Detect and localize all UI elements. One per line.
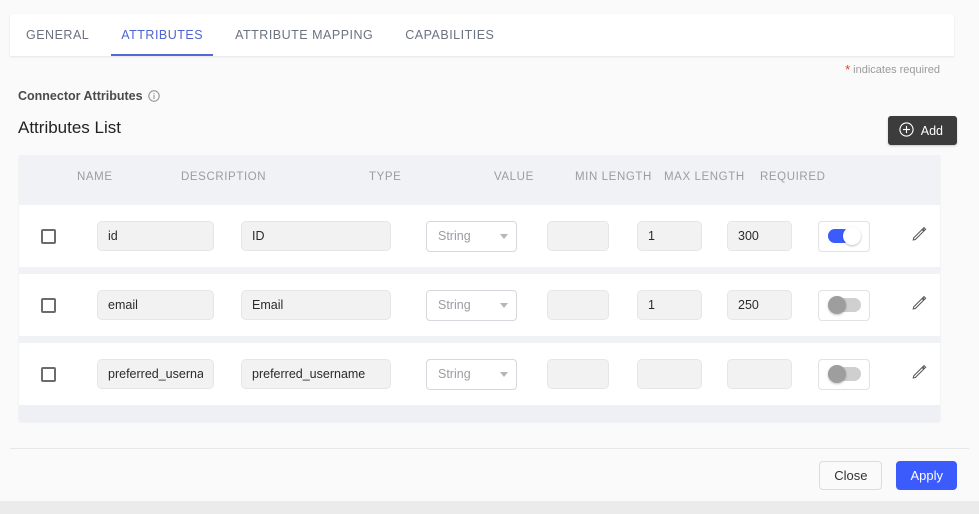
attribute-value-input[interactable]: [547, 359, 609, 389]
row-separator: [19, 267, 940, 274]
attribute-type-select[interactable]: String: [426, 289, 517, 321]
attribute-description-input[interactable]: [241, 221, 391, 251]
table-row: String: [19, 274, 940, 336]
chevron-down-icon: [500, 233, 508, 239]
connector-attributes-label: Connector Attributes: [18, 89, 143, 103]
indicates-required-label: indicates required: [853, 63, 940, 76]
row-separator: [19, 336, 940, 343]
attributes-table: NAME DESCRIPTION TYPE VALUE MIN LENGTH M…: [19, 155, 940, 421]
attribute-value-input[interactable]: [547, 290, 609, 320]
dialog-footer: Close Apply: [0, 449, 979, 501]
column-header-type: TYPE: [369, 170, 402, 183]
pencil-icon[interactable]: [911, 294, 928, 316]
page-title: Attributes List: [18, 118, 121, 137]
tab-capabilities[interactable]: CAPABILITIES: [389, 14, 510, 56]
attribute-description-input[interactable]: [241, 290, 391, 320]
attribute-required-toggle[interactable]: [818, 358, 870, 390]
column-header-description: DESCRIPTION: [181, 170, 267, 183]
chevron-down-icon: [500, 371, 508, 377]
connector-attributes-heading: Connector Attributes: [18, 89, 160, 103]
attribute-description-input[interactable]: [241, 359, 391, 389]
add-button[interactable]: Add: [887, 116, 957, 145]
column-header-name: NAME: [77, 170, 113, 183]
tab-general-label: GENERAL: [26, 28, 90, 42]
table-row: String: [19, 205, 940, 267]
attribute-type-value: String: [438, 229, 471, 243]
add-button-label: Add: [920, 123, 943, 138]
pencil-icon[interactable]: [911, 225, 928, 247]
column-header-max-length: MAX LENGTH: [664, 170, 745, 183]
attribute-required-toggle[interactable]: [818, 220, 870, 252]
attribute-max-length-input[interactable]: [727, 290, 792, 320]
table-row: String: [19, 343, 940, 405]
attribute-max-length-input[interactable]: [727, 221, 792, 251]
row-checkbox[interactable]: [40, 228, 56, 244]
attribute-value-input[interactable]: [547, 221, 609, 251]
info-icon[interactable]: [147, 90, 160, 102]
tab-bar: GENERAL ATTRIBUTES ATTRIBUTE MAPPING CAP…: [10, 14, 954, 56]
attribute-name-input[interactable]: [97, 290, 214, 320]
window-bottom-strip: [0, 501, 979, 514]
attribute-max-length-input[interactable]: [727, 359, 792, 389]
row-separator: [19, 198, 940, 205]
attribute-name-input[interactable]: [97, 221, 214, 251]
apply-button[interactable]: Apply: [896, 460, 957, 490]
close-button[interactable]: Close: [819, 460, 883, 490]
attributes-panel: GENERAL ATTRIBUTES ATTRIBUTE MAPPING CAP…: [0, 0, 979, 514]
required-asterisk-icon: *: [845, 62, 851, 77]
attribute-min-length-input[interactable]: [637, 290, 702, 320]
column-header-value: VALUE: [494, 170, 534, 183]
attribute-type-value: String: [438, 298, 471, 312]
pencil-icon[interactable]: [911, 363, 928, 385]
plus-circle-icon: [899, 121, 914, 140]
attribute-min-length-input[interactable]: [637, 359, 702, 389]
tab-attribute-mapping[interactable]: ATTRIBUTE MAPPING: [219, 14, 389, 56]
column-header-required: REQUIRED: [760, 170, 826, 183]
attribute-type-select[interactable]: String: [426, 358, 517, 390]
attribute-required-toggle[interactable]: [818, 289, 870, 321]
tab-general[interactable]: GENERAL: [10, 14, 105, 56]
tab-attribute-mapping-label: ATTRIBUTE MAPPING: [235, 28, 374, 42]
row-checkbox[interactable]: [40, 366, 56, 382]
attribute-min-length-input[interactable]: [637, 221, 702, 251]
attribute-type-select[interactable]: String: [426, 220, 517, 252]
indicates-required-note: * indicates required: [845, 63, 940, 76]
tab-capabilities-label: CAPABILITIES: [405, 28, 495, 42]
table-header-row: NAME DESCRIPTION TYPE VALUE MIN LENGTH M…: [19, 155, 940, 198]
column-header-min-length: MIN LENGTH: [575, 170, 652, 183]
tab-attributes-label: ATTRIBUTES: [121, 28, 204, 42]
table-footer: [19, 405, 940, 421]
chevron-down-icon: [500, 302, 508, 308]
row-checkbox[interactable]: [40, 297, 56, 313]
attribute-name-input[interactable]: [97, 359, 214, 389]
tab-attributes[interactable]: ATTRIBUTES: [105, 14, 219, 56]
attribute-type-value: String: [438, 367, 471, 381]
